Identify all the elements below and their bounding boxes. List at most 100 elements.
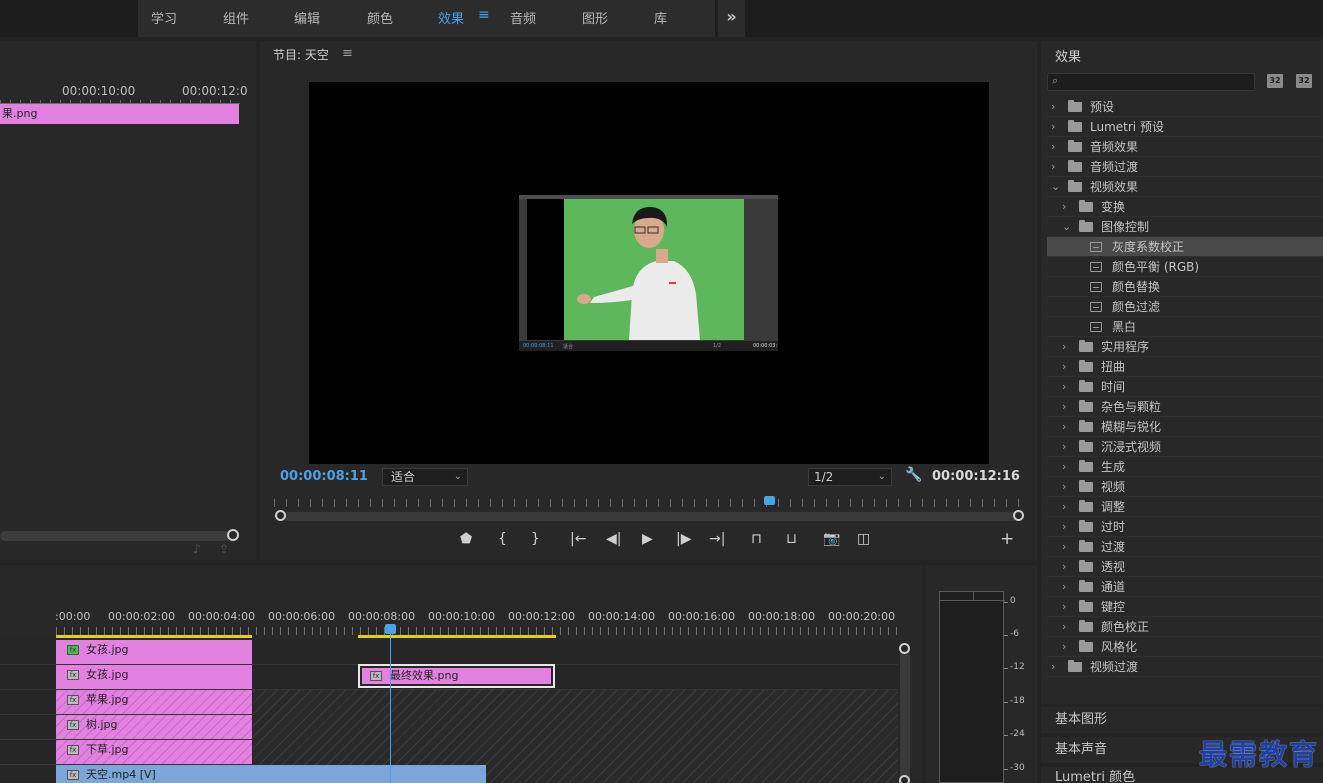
selected-timeline-clip[interactable]: fx 最终效果.png: [358, 664, 555, 688]
timeline-clip[interactable]: fx 女孩.jpg: [56, 665, 252, 689]
go-to-out-icon[interactable]: →|: [709, 531, 725, 547]
program-current-timecode[interactable]: 00:00:08:11: [280, 469, 368, 484]
effects-tree-item[interactable]: › 通道: [1047, 577, 1323, 597]
timeline-vertical-scrollbar[interactable]: [900, 645, 910, 783]
chevron-down-icon[interactable]: ⌄: [1051, 177, 1060, 197]
effects-tree-item[interactable]: › 实用程序: [1047, 337, 1323, 357]
step-back-icon[interactable]: ◀|: [606, 531, 621, 547]
scroll-handle-left[interactable]: [275, 510, 286, 521]
hamburger-icon[interactable]: ≡: [478, 7, 490, 23]
chevron-right-icon[interactable]: ›: [1062, 557, 1066, 577]
timeline-clip[interactable]: fx 女孩.jpg: [56, 640, 252, 664]
effects-tree-item[interactable]: › 音频效果: [1047, 137, 1323, 157]
timeline-playhead[interactable]: [385, 624, 396, 634]
program-title[interactable]: 节目: 天空: [273, 46, 329, 63]
comparison-view-icon[interactable]: ◫: [857, 531, 870, 547]
effects-tree-item[interactable]: 颜色替换: [1047, 277, 1323, 297]
effects-tree-item[interactable]: ⌄ 视频效果: [1047, 177, 1323, 197]
chevron-right-icon[interactable]: ›: [1051, 137, 1055, 157]
workspace-tab-learn[interactable]: 学习: [151, 8, 177, 27]
effects-tree-item[interactable]: › 时间: [1047, 377, 1323, 397]
play-icon[interactable]: ▶: [642, 531, 653, 547]
chevron-right-icon[interactable]: ›: [1062, 337, 1066, 357]
workspace-tab-libraries[interactable]: 库: [654, 8, 667, 27]
lift-icon[interactable]: ⊓: [751, 531, 762, 547]
program-playhead[interactable]: [764, 496, 775, 505]
effects-tree-item[interactable]: › 沉浸式视频: [1047, 437, 1323, 457]
chevron-right-icon[interactable]: ›: [1051, 97, 1055, 117]
zoom-fit-dropdown[interactable]: 适合 ⌄: [382, 468, 468, 486]
effects-tree-item[interactable]: › 调整: [1047, 497, 1323, 517]
source-clip[interactable]: 果.png: [0, 104, 239, 124]
audio-drag-icon[interactable]: ♪: [193, 542, 201, 556]
timeline-clip[interactable]: fx 树.jpg: [56, 715, 252, 739]
chevron-right-icon[interactable]: ›: [1062, 357, 1066, 377]
program-video-frame[interactable]: 00:00:08:11 适合 1/2 00:00:03:: [309, 82, 989, 464]
effects-tree-item[interactable]: 灰度系数校正: [1047, 237, 1323, 257]
effects-tree-item[interactable]: › 视频过渡: [1047, 657, 1323, 677]
effects-tree-item[interactable]: › 视频: [1047, 477, 1323, 497]
timeline-clip[interactable]: fx 天空.mp4 [V]: [56, 765, 486, 783]
effects-tree-item[interactable]: › 模糊与锐化: [1047, 417, 1323, 437]
scroll-handle-bottom[interactable]: [899, 775, 910, 783]
effects-panel-title[interactable]: 效果: [1055, 46, 1081, 65]
workspace-tab-audio[interactable]: 音频: [510, 8, 536, 27]
effects-tree-item[interactable]: 黑白: [1047, 317, 1323, 337]
timeline-clip[interactable]: fx 苹果.jpg: [56, 690, 252, 714]
work-area-bar[interactable]: [56, 635, 252, 638]
hamburger-icon[interactable]: ≡: [342, 46, 353, 61]
chevron-right-icon[interactable]: ›: [1062, 477, 1066, 497]
scroll-handle-top[interactable]: [899, 643, 910, 654]
go-to-in-icon[interactable]: |←: [570, 531, 586, 547]
chevron-right-icon[interactable]: ›: [1062, 537, 1066, 557]
chevron-right-icon[interactable]: ›: [1062, 577, 1066, 597]
source-scrollbar[interactable]: [0, 531, 230, 541]
export-icon[interactable]: ⇪: [219, 542, 229, 556]
step-forward-icon[interactable]: |▶: [676, 531, 691, 547]
chevron-right-icon[interactable]: ›: [1062, 617, 1066, 637]
effects-tree-item[interactable]: › Lumetri 预设: [1047, 117, 1323, 137]
timeline-time-ruler[interactable]: [56, 627, 898, 635]
camera-icon[interactable]: 📷: [823, 531, 840, 547]
32-bit-effects-icon[interactable]: 32: [1296, 74, 1312, 88]
wrench-icon[interactable]: 🔧: [905, 467, 922, 483]
chevron-right-icon[interactable]: ›: [1062, 457, 1066, 477]
workspace-tab-assembly[interactable]: 组件: [223, 8, 249, 27]
resolution-dropdown[interactable]: 1/2 ⌄: [808, 468, 892, 486]
mark-in-icon[interactable]: {: [498, 531, 507, 547]
mark-out-icon[interactable]: }: [531, 531, 540, 547]
effects-tree-item[interactable]: › 透视: [1047, 557, 1323, 577]
chevron-right-icon[interactable]: ›: [1062, 197, 1066, 217]
effects-tree-item[interactable]: › 键控: [1047, 597, 1323, 617]
source-time-ruler[interactable]: [0, 97, 240, 104]
effects-tree-item[interactable]: › 过渡: [1047, 537, 1323, 557]
effects-tree-item[interactable]: › 颜色校正: [1047, 617, 1323, 637]
extract-icon[interactable]: ⊔: [786, 531, 797, 547]
chevron-right-icon[interactable]: ›: [1062, 437, 1066, 457]
chevron-right-icon[interactable]: ›: [1062, 417, 1066, 437]
scroll-handle-right[interactable]: [1013, 510, 1024, 521]
effects-tree-item[interactable]: › 过时: [1047, 517, 1323, 537]
chevron-right-icon[interactable]: ›: [1062, 377, 1066, 397]
chevron-right-icon[interactable]: ›: [1062, 397, 1066, 417]
effects-tree-item[interactable]: › 生成: [1047, 457, 1323, 477]
effects-tree-item[interactable]: 颜色平衡 (RGB): [1047, 257, 1323, 277]
workspace-tab-editing[interactable]: 编辑: [294, 8, 320, 27]
essential-graphics-tab[interactable]: 基本图形: [1041, 707, 1323, 733]
workspace-tab-color[interactable]: 颜色: [367, 8, 393, 27]
chevron-right-icon[interactable]: ›: [1062, 517, 1066, 537]
add-button-icon[interactable]: +: [1000, 529, 1014, 549]
chevron-right-icon[interactable]: ›: [1051, 657, 1055, 677]
effects-tree-item[interactable]: › 预设: [1047, 97, 1323, 117]
chevron-right-icon[interactable]: ›: [1062, 497, 1066, 517]
chevron-down-icon[interactable]: ⌄: [1062, 217, 1071, 237]
add-marker-icon[interactable]: ⬟: [460, 531, 472, 547]
effects-tree-item[interactable]: › 变换: [1047, 197, 1323, 217]
effects-search-input[interactable]: ⌕: [1047, 73, 1255, 91]
effects-tree-item[interactable]: › 音频过渡: [1047, 157, 1323, 177]
chevron-right-icon[interactable]: ›: [1062, 637, 1066, 657]
program-time-ruler[interactable]: [274, 499, 1022, 507]
effects-tree-item[interactable]: › 杂色与颗粒: [1047, 397, 1323, 417]
effects-tree-item[interactable]: › 风格化: [1047, 637, 1323, 657]
chevron-right-icon[interactable]: ›: [1051, 157, 1055, 177]
